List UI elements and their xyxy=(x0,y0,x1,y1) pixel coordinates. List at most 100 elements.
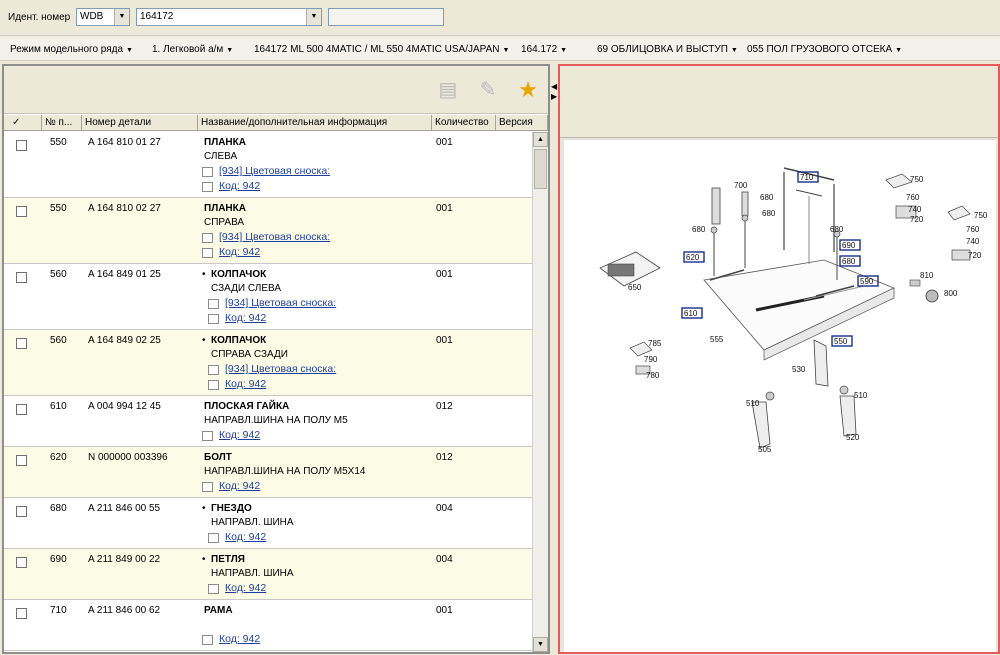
breadcrumb-item-type[interactable]: 164.172 ▼ xyxy=(521,44,567,55)
callout-label[interactable]: 510 xyxy=(746,399,760,408)
callout-label[interactable]: 650 xyxy=(628,283,642,292)
color-footnote-link[interactable]: [934] Цветовая сноска: xyxy=(219,165,330,177)
collapse-left-icon[interactable]: ◀ xyxy=(551,82,557,91)
row-checkbox[interactable] xyxy=(16,506,27,517)
table-row[interactable]: 560 A 164 849 02 25 • КОЛПАЧОК СПРАВА СЗАДИ 0… xyxy=(4,330,532,396)
callout-label[interactable]: 620 xyxy=(686,253,700,262)
col-check[interactable]: ✓ xyxy=(4,115,42,131)
row-checkbox[interactable] xyxy=(16,206,27,217)
row-checkbox[interactable] xyxy=(16,608,27,619)
callout-label[interactable]: 680 xyxy=(842,257,856,266)
chevron-down-icon[interactable]: ▼ xyxy=(306,9,321,25)
edit-icon[interactable]: ✎ xyxy=(476,78,500,102)
col-part-number[interactable]: Номер детали xyxy=(82,115,198,131)
ident-number-combo[interactable]: 164172 ▼ xyxy=(136,8,322,26)
code-link[interactable]: Код: 942 xyxy=(225,312,266,324)
callout-label[interactable]: 700 xyxy=(734,181,748,190)
vertical-scrollbar[interactable]: ▲ ▼ xyxy=(532,132,548,652)
callout-label[interactable]: 720 xyxy=(968,251,982,260)
callout-label[interactable]: 680 xyxy=(762,209,776,218)
part-name: РАМА xyxy=(204,605,233,616)
color-footnote-link[interactable]: [934] Цветовая сноска: xyxy=(225,363,336,375)
scroll-thumb[interactable] xyxy=(534,149,547,189)
document-icon xyxy=(202,482,213,492)
code-link[interactable]: Код: 942 xyxy=(219,633,260,645)
code-link[interactable]: Код: 942 xyxy=(219,246,260,258)
table-row[interactable]: 620 N 000000 003396 БОЛТ НАПРАВЛ.ШИНА НА ПО… xyxy=(4,447,532,498)
scroll-down-button[interactable]: ▼ xyxy=(533,637,548,652)
table-row[interactable]: 610 A 004 994 12 45 ПЛОСКАЯ ГАЙКА НАПРАВЛ.Ш… xyxy=(4,396,532,447)
col-pos[interactable]: № п... xyxy=(42,115,82,131)
color-footnote-link[interactable]: [934] Цветовая сноска: xyxy=(225,297,336,309)
ident-type-value: WDB xyxy=(80,11,104,22)
callout-label[interactable]: 610 xyxy=(684,309,698,318)
callout-label[interactable]: 750 xyxy=(974,211,988,220)
row-checkbox[interactable] xyxy=(16,557,27,568)
col-quantity[interactable]: Количество xyxy=(432,115,496,131)
star-icon[interactable]: ★ xyxy=(516,78,540,102)
callout-label[interactable]: 760 xyxy=(966,225,980,234)
table-row[interactable]: 690 A 211 849 00 22 • ПЕТЛЯ НАПРАВЛ. ШИНА 004… xyxy=(4,549,532,600)
collapse-right-icon[interactable]: ▶ xyxy=(551,92,557,101)
row-checkbox[interactable] xyxy=(16,455,27,466)
callout-label[interactable]: 750 xyxy=(910,175,924,184)
callout-label[interactable]: 505 xyxy=(758,445,772,454)
code-link[interactable]: Код: 942 xyxy=(219,180,260,192)
callout-label[interactable]: 785 xyxy=(648,339,662,348)
callout-label[interactable]: 780 xyxy=(646,371,660,380)
exploded-parts-diagram: 700 710 680 680 680 680 690 680 620 590 610 555 550 6… xyxy=(599,167,988,454)
callout-label[interactable]: 740 xyxy=(908,205,922,214)
callout-label[interactable]: 590 xyxy=(860,277,874,286)
col-version[interactable]: Версия xyxy=(496,115,548,131)
callout-label[interactable]: 510 xyxy=(854,391,868,400)
breadcrumb-item-subgroup[interactable]: 055 ПОЛ ГРУЗОВОГО ОТСЕКА ▼ xyxy=(747,44,902,55)
code-link[interactable]: Код: 942 xyxy=(225,582,266,594)
extra-field[interactable] xyxy=(328,8,444,26)
callout-label[interactable]: 710 xyxy=(800,173,814,182)
document-icon xyxy=(208,314,219,324)
code-link[interactable]: Код: 942 xyxy=(219,429,260,441)
callout-label[interactable]: 800 xyxy=(944,289,958,298)
scroll-up-button[interactable]: ▲ xyxy=(533,132,548,147)
ident-type-select[interactable]: WDB ▼ xyxy=(76,8,130,26)
breadcrumb-item-group[interactable]: 69 ОБЛИЦОВКА И ВЫСТУП ▼ xyxy=(597,44,738,55)
pane-splitter[interactable]: ◀ ▶ xyxy=(550,64,558,654)
part-number: A 164 849 01 25 xyxy=(88,269,161,280)
part-number: A 211 846 00 62 xyxy=(88,605,161,616)
callout-label[interactable]: 680 xyxy=(692,225,706,234)
col-name[interactable]: Название/дополнительная информация xyxy=(198,115,432,131)
position-number: 550 xyxy=(50,203,67,214)
callout-label[interactable]: 555 xyxy=(710,335,724,344)
row-checkbox[interactable] xyxy=(16,272,27,283)
callout-label[interactable]: 520 xyxy=(846,433,860,442)
code-link[interactable]: Код: 942 xyxy=(219,480,260,492)
code-link[interactable]: Код: 942 xyxy=(225,531,266,543)
table-row[interactable]: 710 A 211 846 00 62 РАМА 001 Код: 942 xyxy=(4,600,532,651)
parts-list-pane: ▤ ✎ ★ ✓ № п... Номер детали Название/доп… xyxy=(2,64,550,654)
callout-label[interactable]: 680 xyxy=(760,193,774,202)
row-checkbox[interactable] xyxy=(16,338,27,349)
callout-label[interactable]: 810 xyxy=(920,271,934,280)
callout-label[interactable]: 550 xyxy=(834,337,848,346)
code-link[interactable]: Код: 942 xyxy=(225,378,266,390)
row-checkbox[interactable] xyxy=(16,404,27,415)
callout-label[interactable]: 720 xyxy=(910,215,924,224)
breadcrumb-item-mode[interactable]: Режим модельного ряда ▼ xyxy=(10,44,133,55)
callout-label[interactable]: 530 xyxy=(792,365,806,374)
callout-label[interactable]: 760 xyxy=(906,193,920,202)
callout-label[interactable]: 790 xyxy=(644,355,658,364)
copy-icon[interactable]: ▤ xyxy=(436,78,460,102)
breadcrumb-item-model[interactable]: 164172 ML 500 4MATIC / ML 550 4MATIC USA… xyxy=(254,44,509,55)
breadcrumb-item-class[interactable]: 1. Легковой а/м ▼ xyxy=(152,44,233,55)
table-row[interactable]: 550 A 164 810 01 27 ПЛАНКА СЛЕВА 001 [934] Цв… xyxy=(4,132,532,198)
callout-label[interactable]: 690 xyxy=(842,241,856,250)
table-row[interactable]: 550 A 164 810 02 27 ПЛАНКА СПРАВА 001 [934] Ц… xyxy=(4,198,532,264)
color-footnote-link[interactable]: [934] Цветовая сноска: xyxy=(219,231,330,243)
row-checkbox[interactable] xyxy=(16,140,27,151)
chevron-down-icon[interactable]: ▼ xyxy=(114,9,129,25)
table-row[interactable]: 560 A 164 849 01 25 • КОЛПАЧОК СЗАДИ СЛЕВА 00… xyxy=(4,264,532,330)
callout-label[interactable]: 680 xyxy=(830,225,844,234)
table-row[interactable]: 680 A 211 846 00 55 • ГНЕЗДО НАПРАВЛ. ШИНА 00… xyxy=(4,498,532,549)
callout-label[interactable]: 740 xyxy=(966,237,980,246)
diagram-canvas[interactable]: 700 710 680 680 680 680 690 680 620 590 610 555 550 6… xyxy=(564,140,996,652)
